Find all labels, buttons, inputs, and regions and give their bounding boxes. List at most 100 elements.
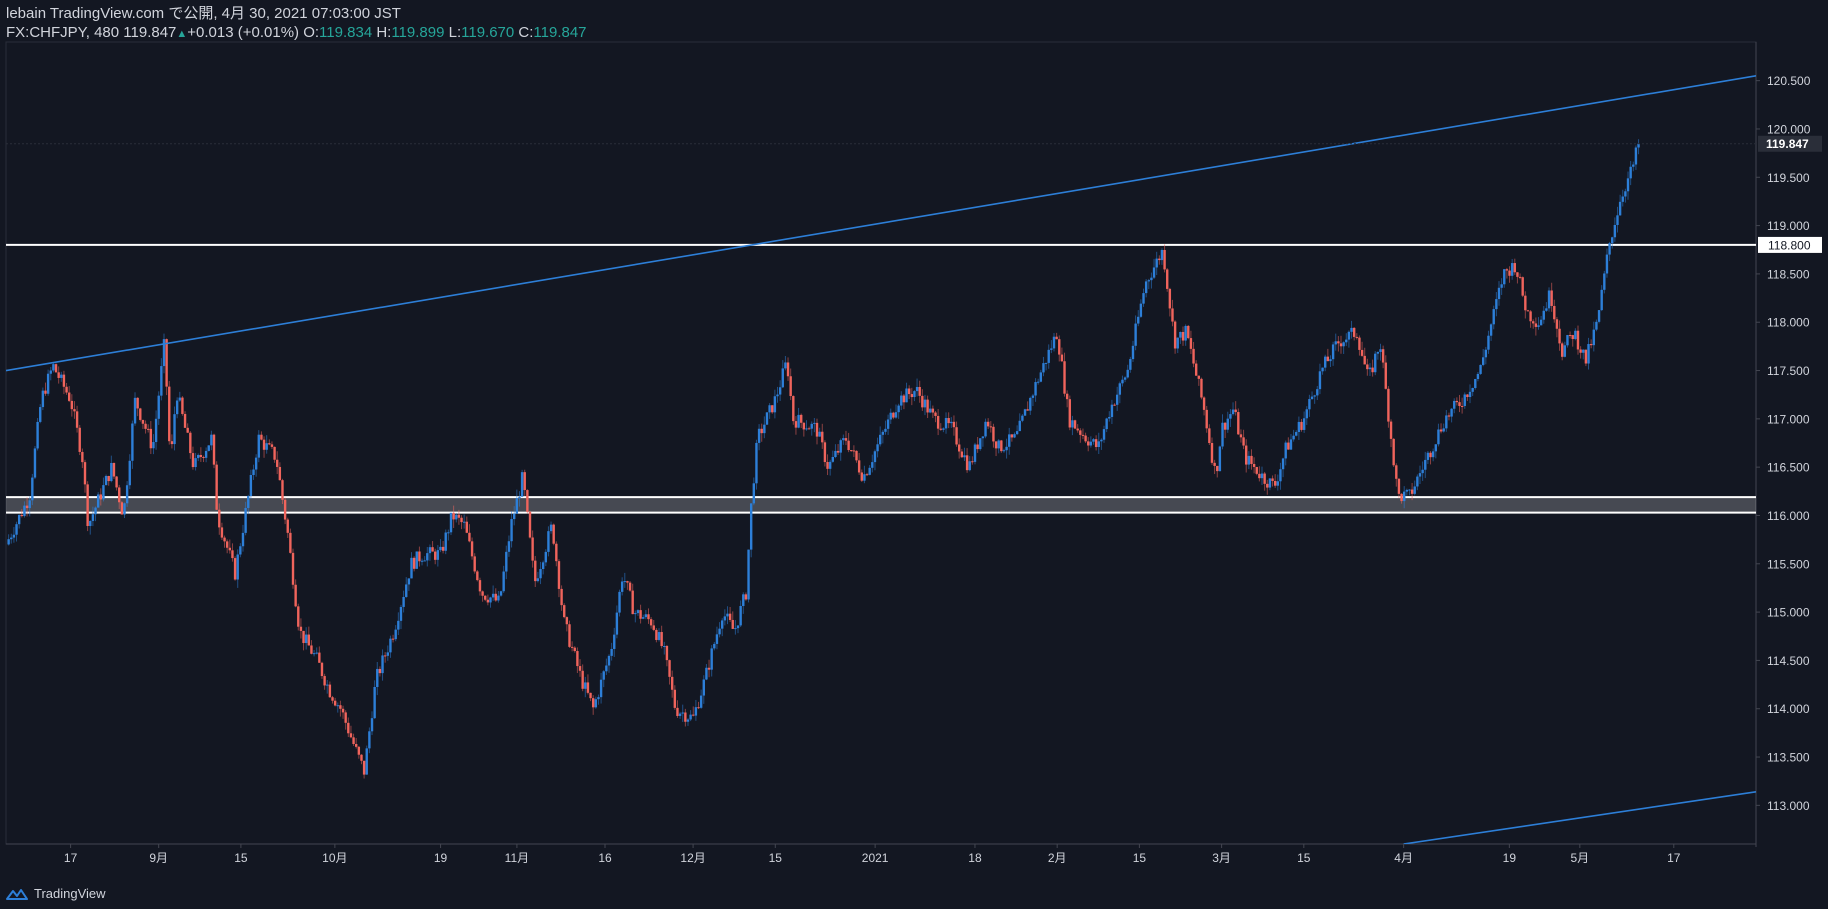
candle-body bbox=[942, 428, 945, 430]
candle-body bbox=[262, 439, 266, 450]
candle-body bbox=[268, 443, 271, 445]
candle-body bbox=[1189, 338, 1193, 349]
candle-body bbox=[455, 514, 458, 520]
candle-body bbox=[1150, 277, 1153, 281]
candle-body bbox=[286, 519, 289, 533]
candle-body bbox=[1582, 349, 1585, 353]
candle-body bbox=[368, 731, 371, 749]
candle-body bbox=[1237, 412, 1240, 435]
candle-body bbox=[149, 428, 153, 449]
candle-body bbox=[721, 620, 724, 629]
candle-body bbox=[536, 578, 540, 582]
candle-body bbox=[1302, 418, 1306, 430]
candle-body bbox=[1410, 489, 1414, 494]
candle-body bbox=[1474, 379, 1477, 388]
candle-body bbox=[570, 646, 574, 648]
candle-body bbox=[1281, 458, 1285, 470]
x-tick-label: 15 bbox=[1133, 851, 1147, 865]
candle-body bbox=[1216, 465, 1219, 472]
candle-body bbox=[291, 552, 295, 585]
candle-body bbox=[1000, 440, 1003, 452]
candle-body bbox=[20, 514, 23, 517]
candle-body bbox=[1221, 422, 1224, 447]
candle-body bbox=[765, 412, 769, 425]
candle-body bbox=[1187, 325, 1190, 339]
candle-body bbox=[1592, 329, 1595, 346]
candle-body bbox=[52, 364, 55, 371]
candle-body bbox=[1050, 348, 1053, 350]
candle-body bbox=[1450, 408, 1453, 417]
candle-body bbox=[784, 362, 787, 369]
candle-body bbox=[989, 426, 992, 428]
candle-body bbox=[950, 421, 953, 424]
candle-body bbox=[1092, 439, 1095, 442]
candle-body bbox=[1468, 391, 1472, 398]
candle-body bbox=[1118, 383, 1122, 395]
candle-body bbox=[526, 490, 529, 512]
candle-body bbox=[497, 595, 500, 601]
candle-body bbox=[233, 558, 237, 580]
candle-body bbox=[154, 418, 158, 443]
y-tick-label: 119.000 bbox=[1767, 219, 1810, 233]
candle-body bbox=[405, 584, 408, 597]
candle-body bbox=[913, 391, 916, 398]
candle-body bbox=[1197, 375, 1201, 379]
candle-body bbox=[1210, 443, 1214, 463]
candle-body bbox=[863, 474, 866, 481]
candle-body bbox=[1508, 270, 1511, 276]
candle-body bbox=[1629, 166, 1632, 179]
candle-body bbox=[170, 441, 174, 445]
footer-brand[interactable]: TradingView bbox=[6, 886, 106, 901]
candle-body bbox=[1068, 399, 1071, 428]
candle-body bbox=[786, 362, 790, 377]
candle-body bbox=[1005, 446, 1008, 451]
candle-body bbox=[1621, 196, 1624, 202]
price-chart[interactable]: 113.000 113.500 114.000 114.500 115.000 115.5… bbox=[0, 0, 1828, 909]
candle-body bbox=[376, 668, 379, 687]
candle-body bbox=[1308, 399, 1311, 410]
y-tick-label: 115.000 bbox=[1767, 606, 1810, 620]
candle-body bbox=[663, 645, 666, 647]
candle-body bbox=[902, 395, 906, 403]
candle-body bbox=[54, 364, 58, 373]
candle-body bbox=[1194, 363, 1198, 376]
candle-body bbox=[1479, 364, 1482, 374]
candle-body bbox=[355, 744, 358, 747]
candle-body bbox=[447, 532, 450, 534]
candle-body bbox=[189, 432, 192, 454]
candle-body bbox=[260, 434, 263, 440]
candle-body bbox=[936, 415, 940, 429]
candle-body bbox=[557, 561, 561, 589]
candle-body bbox=[168, 386, 171, 442]
candle-body bbox=[684, 712, 687, 722]
candle-body bbox=[10, 537, 13, 540]
candle-body bbox=[1481, 357, 1485, 365]
candle-body bbox=[573, 647, 576, 652]
candle-body bbox=[515, 498, 519, 514]
candle-body bbox=[378, 668, 382, 674]
candle-body bbox=[1463, 394, 1466, 407]
candle-body bbox=[1345, 339, 1348, 343]
candle-body bbox=[1002, 450, 1006, 452]
y-tick-label: 118.000 bbox=[1767, 316, 1810, 330]
candle-body bbox=[1537, 325, 1540, 327]
candle-body bbox=[1008, 434, 1011, 447]
candle-body bbox=[1108, 416, 1111, 419]
candle-body bbox=[102, 485, 105, 500]
candle-body bbox=[1137, 316, 1140, 324]
candle-body bbox=[1426, 452, 1430, 460]
candle-body bbox=[1571, 335, 1574, 340]
candle-body bbox=[1526, 310, 1530, 312]
candle-body bbox=[823, 442, 827, 463]
candle-body bbox=[397, 620, 400, 630]
x-tick-label: 18 bbox=[968, 851, 982, 865]
candle-body bbox=[1166, 269, 1169, 289]
candle-body bbox=[560, 588, 563, 606]
candle-body bbox=[1192, 348, 1195, 364]
candle-body bbox=[1155, 258, 1158, 268]
brand-label: TradingView bbox=[34, 886, 106, 901]
candle-body bbox=[381, 655, 384, 674]
candle-body bbox=[1471, 387, 1474, 392]
y-tick-label: 119.500 bbox=[1767, 171, 1810, 185]
candle-body bbox=[905, 388, 908, 403]
